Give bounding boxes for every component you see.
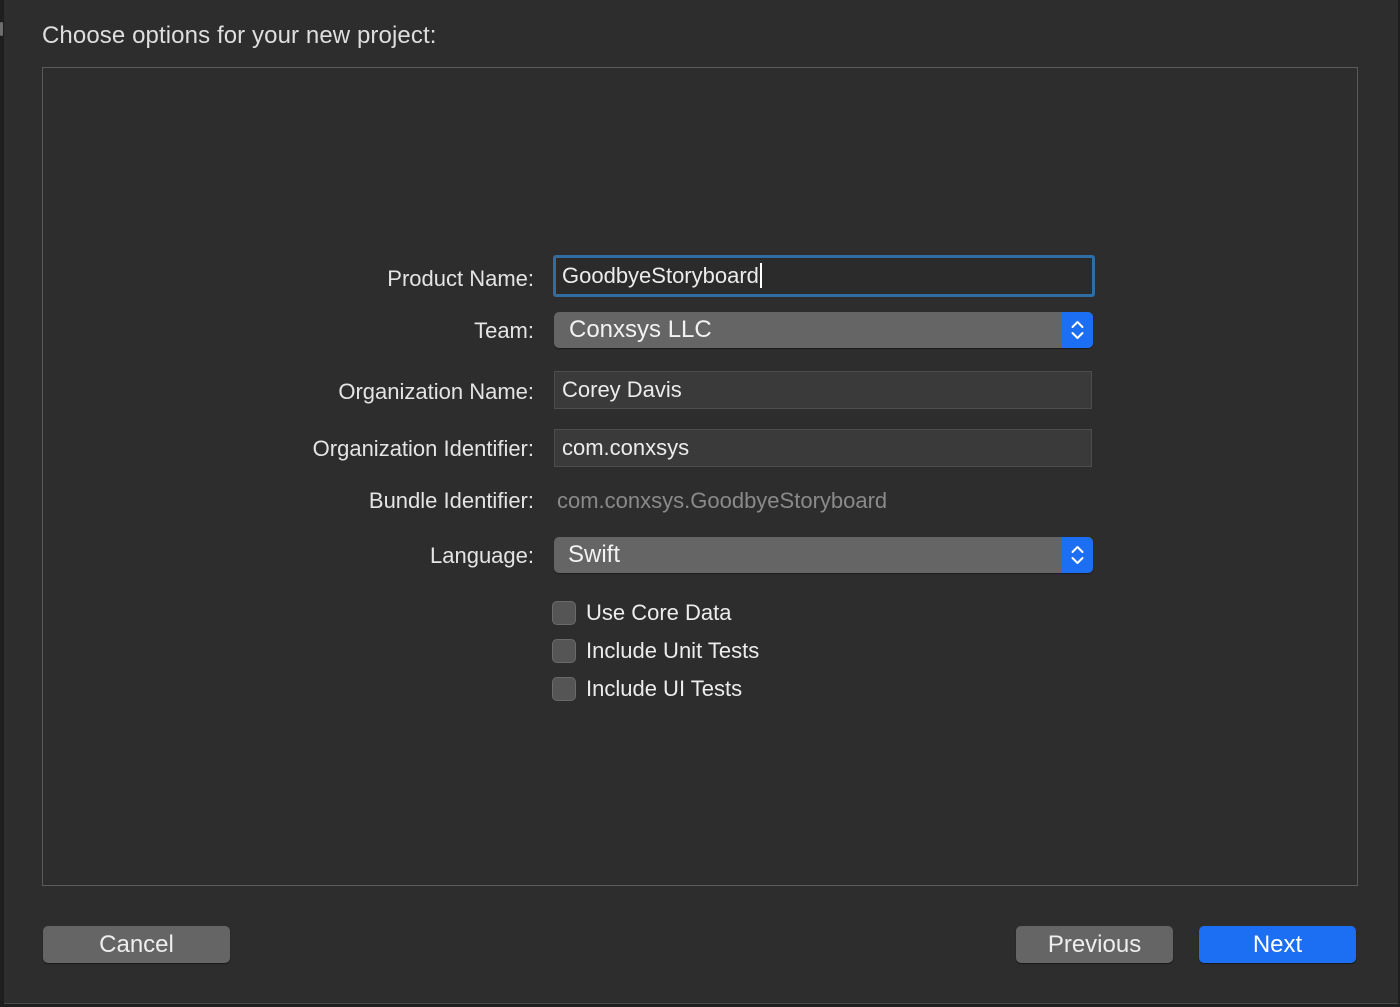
next-button[interactable]: Next bbox=[1199, 926, 1356, 963]
previous-button[interactable]: Previous bbox=[1016, 926, 1173, 963]
product-name-value: GoodbyeStoryboard bbox=[562, 263, 759, 288]
include-unit-tests-checkbox[interactable] bbox=[552, 639, 576, 663]
organization-name-field[interactable]: Corey Davis bbox=[554, 371, 1092, 409]
organization-name-label: Organization Name: bbox=[338, 379, 534, 404]
options-form-box bbox=[42, 67, 1358, 886]
language-label: Language: bbox=[430, 543, 534, 568]
include-unit-tests-label[interactable]: Include Unit Tests bbox=[586, 638, 759, 664]
product-name-field[interactable]: GoodbyeStoryboard bbox=[553, 255, 1095, 297]
use-core-data-checkbox[interactable] bbox=[552, 601, 576, 625]
text-caret bbox=[759, 262, 762, 288]
include-ui-tests-label[interactable]: Include UI Tests bbox=[586, 676, 742, 702]
team-label: Team: bbox=[474, 318, 534, 343]
cancel-button[interactable]: Cancel bbox=[43, 926, 230, 963]
team-selected-value: Conxsys LLC bbox=[569, 316, 712, 343]
bundle-identifier-label: Bundle Identifier: bbox=[368, 488, 534, 513]
chevron-up-down-icon bbox=[1062, 312, 1093, 348]
bundle-identifier-value: com.conxsys.GoodbyeStoryboard bbox=[557, 488, 888, 513]
organization-identifier-label: Organization Identifier: bbox=[312, 436, 534, 461]
organization-identifier-value: com.conxsys bbox=[562, 435, 690, 460]
use-core-data-label[interactable]: Use Core Data bbox=[586, 600, 732, 626]
organization-name-value: Corey Davis bbox=[562, 377, 682, 402]
new-project-options-sheet: Choose options for your new project: Pro… bbox=[4, 0, 1398, 1004]
include-ui-tests-checkbox[interactable] bbox=[552, 677, 576, 701]
window-edge-mark bbox=[0, 22, 3, 36]
sheet-title: Choose options for your new project: bbox=[42, 22, 437, 49]
product-name-label: Product Name: bbox=[387, 266, 534, 291]
language-selected-value: Swift bbox=[568, 541, 621, 568]
chevron-up-down-icon bbox=[1062, 537, 1093, 573]
language-popup[interactable]: Swift bbox=[554, 537, 1093, 573]
organization-identifier-field[interactable]: com.conxsys bbox=[554, 429, 1092, 467]
team-popup[interactable]: Conxsys LLC bbox=[554, 312, 1093, 348]
